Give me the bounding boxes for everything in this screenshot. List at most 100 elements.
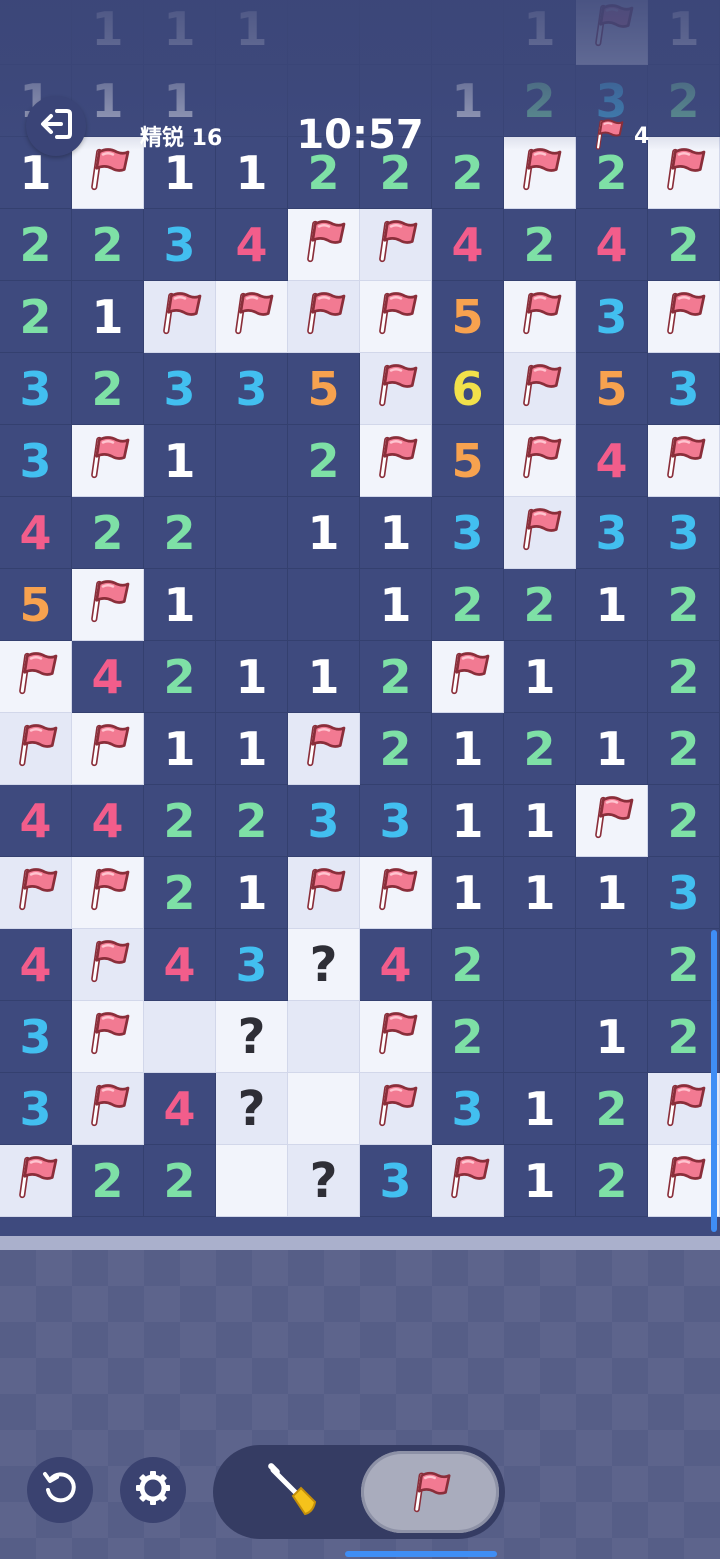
revealed-cell[interactable] bbox=[504, 1001, 576, 1073]
flagged-cell[interactable] bbox=[432, 1145, 504, 1217]
revealed-cell[interactable]: 2 bbox=[504, 713, 576, 785]
revealed-cell[interactable]: 3 bbox=[648, 353, 720, 425]
flagged-cell[interactable] bbox=[648, 425, 720, 497]
revealed-cell[interactable]: 2 bbox=[144, 785, 216, 857]
revealed-cell[interactable]: 4 bbox=[576, 209, 648, 281]
revealed-cell[interactable]: 2 bbox=[648, 641, 720, 713]
revealed-cell[interactable]: 4 bbox=[72, 641, 144, 713]
revealed-cell[interactable]: 2 bbox=[0, 281, 72, 353]
revealed-cell[interactable]: 1 bbox=[216, 641, 288, 713]
revealed-cell[interactable]: 2 bbox=[72, 497, 144, 569]
revealed-cell[interactable]: 4 bbox=[72, 785, 144, 857]
revealed-cell[interactable]: 1 bbox=[72, 0, 144, 65]
hidden-cell[interactable] bbox=[216, 1145, 288, 1217]
revealed-cell[interactable] bbox=[288, 0, 360, 65]
flagged-cell[interactable] bbox=[72, 1001, 144, 1073]
revealed-cell[interactable]: 3 bbox=[432, 497, 504, 569]
flagged-cell[interactable] bbox=[72, 569, 144, 641]
flagged-cell[interactable] bbox=[360, 209, 432, 281]
flagged-cell[interactable] bbox=[72, 857, 144, 929]
revealed-cell[interactable]: 1 bbox=[576, 713, 648, 785]
revealed-cell[interactable]: 2 bbox=[576, 1145, 648, 1217]
flagged-cell[interactable] bbox=[504, 353, 576, 425]
revealed-cell[interactable]: 5 bbox=[576, 353, 648, 425]
revealed-cell[interactable] bbox=[576, 641, 648, 713]
revealed-cell[interactable]: 2 bbox=[144, 857, 216, 929]
revealed-cell[interactable]: 6 bbox=[432, 353, 504, 425]
revealed-cell[interactable]: 1 bbox=[144, 0, 216, 65]
revealed-cell[interactable]: 1 bbox=[648, 0, 720, 65]
revealed-cell[interactable]: 2 bbox=[504, 569, 576, 641]
revealed-cell[interactable]: 2 bbox=[72, 353, 144, 425]
flagged-cell[interactable] bbox=[648, 1073, 720, 1145]
revealed-cell[interactable]: 2 bbox=[648, 1001, 720, 1073]
revealed-cell[interactable]: 1 bbox=[432, 65, 504, 137]
revealed-cell[interactable]: 2 bbox=[144, 641, 216, 713]
flagged-cell[interactable] bbox=[504, 425, 576, 497]
revealed-cell[interactable] bbox=[216, 497, 288, 569]
revealed-cell[interactable]: 1 bbox=[504, 857, 576, 929]
revealed-cell[interactable]: 1 bbox=[504, 641, 576, 713]
revealed-cell[interactable]: 2 bbox=[0, 209, 72, 281]
question-cell[interactable]: ? bbox=[288, 1145, 360, 1217]
revealed-cell[interactable]: 3 bbox=[648, 857, 720, 929]
revealed-cell[interactable]: 2 bbox=[432, 137, 504, 209]
revealed-cell[interactable]: 2 bbox=[648, 569, 720, 641]
revealed-cell[interactable]: 3 bbox=[0, 1073, 72, 1145]
revealed-cell[interactable]: 2 bbox=[504, 209, 576, 281]
flagged-cell[interactable] bbox=[0, 1145, 72, 1217]
revealed-cell[interactable]: 2 bbox=[648, 65, 720, 137]
revealed-cell[interactable]: 1 bbox=[432, 713, 504, 785]
flagged-cell[interactable] bbox=[504, 137, 576, 209]
revealed-cell[interactable]: 3 bbox=[432, 1073, 504, 1145]
revealed-cell[interactable] bbox=[216, 425, 288, 497]
revealed-cell[interactable]: 1 bbox=[432, 857, 504, 929]
revealed-cell[interactable] bbox=[504, 929, 576, 1001]
revealed-cell[interactable]: 4 bbox=[576, 425, 648, 497]
revealed-cell[interactable]: 1 bbox=[360, 497, 432, 569]
question-cell[interactable]: ? bbox=[216, 1001, 288, 1073]
flagged-cell[interactable] bbox=[648, 1145, 720, 1217]
revealed-cell[interactable]: 1 bbox=[576, 1001, 648, 1073]
revealed-cell[interactable]: 5 bbox=[432, 281, 504, 353]
revealed-cell[interactable]: 4 bbox=[216, 209, 288, 281]
flagged-cell[interactable] bbox=[72, 1073, 144, 1145]
exit-button[interactable] bbox=[26, 96, 86, 156]
revealed-cell[interactable]: 4 bbox=[360, 929, 432, 1001]
revealed-cell[interactable] bbox=[216, 569, 288, 641]
dig-mode-button[interactable] bbox=[233, 1451, 353, 1533]
revealed-cell[interactable]: 4 bbox=[0, 785, 72, 857]
revealed-cell[interactable]: 1 bbox=[360, 569, 432, 641]
revealed-cell[interactable]: 3 bbox=[144, 209, 216, 281]
revealed-cell[interactable] bbox=[0, 0, 72, 65]
revealed-cell[interactable]: 1 bbox=[504, 1073, 576, 1145]
revealed-cell[interactable]: 2 bbox=[432, 929, 504, 1001]
flagged-cell[interactable] bbox=[360, 353, 432, 425]
revealed-cell[interactable]: 1 bbox=[576, 857, 648, 929]
revealed-cell[interactable]: 1 bbox=[288, 497, 360, 569]
flagged-cell[interactable] bbox=[72, 929, 144, 1001]
minefield-board[interactable]: 1111111112321112222223442422153323356533… bbox=[0, 0, 720, 1236]
flagged-cell[interactable] bbox=[288, 281, 360, 353]
revealed-cell[interactable] bbox=[576, 929, 648, 1001]
revealed-cell[interactable] bbox=[216, 65, 288, 137]
revealed-cell[interactable]: 2 bbox=[144, 497, 216, 569]
flagged-cell[interactable] bbox=[576, 785, 648, 857]
flagged-cell[interactable] bbox=[72, 713, 144, 785]
flagged-cell[interactable] bbox=[288, 857, 360, 929]
revealed-cell[interactable]: 2 bbox=[648, 713, 720, 785]
revealed-cell[interactable]: 1 bbox=[216, 713, 288, 785]
revealed-cell[interactable]: 1 bbox=[72, 281, 144, 353]
question-cell[interactable]: ? bbox=[288, 929, 360, 1001]
revealed-cell[interactable]: 1 bbox=[288, 641, 360, 713]
flagged-cell[interactable] bbox=[360, 1073, 432, 1145]
revealed-cell[interactable]: 1 bbox=[504, 0, 576, 65]
revealed-cell[interactable]: 3 bbox=[0, 425, 72, 497]
flagged-cell[interactable] bbox=[504, 497, 576, 569]
revealed-cell[interactable]: 4 bbox=[432, 209, 504, 281]
revealed-cell[interactable]: 2 bbox=[576, 1073, 648, 1145]
revealed-cell[interactable] bbox=[432, 0, 504, 65]
flagged-cell[interactable] bbox=[360, 281, 432, 353]
revealed-cell[interactable]: 4 bbox=[144, 929, 216, 1001]
flagged-cell[interactable] bbox=[288, 713, 360, 785]
